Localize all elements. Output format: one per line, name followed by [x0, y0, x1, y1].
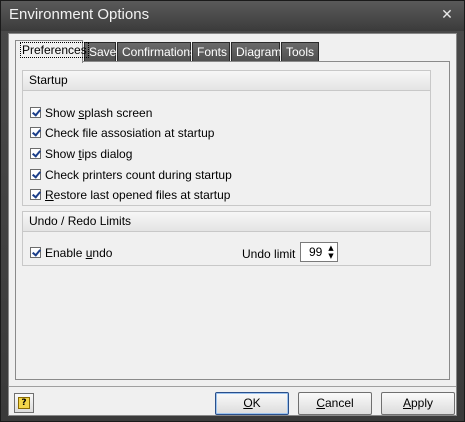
bottom-separator — [9, 386, 456, 387]
tab-diagram[interactable]: Diagram — [231, 42, 282, 62]
environment-options-window: Environment Options ✕ Preferences Save C… — [0, 0, 465, 422]
help-icon: ? — [18, 397, 30, 409]
undo-limit-label: Undo limit — [242, 247, 296, 261]
tab-label: Save — [89, 45, 117, 59]
tab-tools[interactable]: Tools — [281, 42, 319, 62]
checkbox-checked-icon[interactable] — [30, 148, 41, 159]
option-label: Show — [45, 106, 79, 120]
checkbox-checked-icon[interactable] — [30, 169, 41, 180]
tab-label: Diagram — [236, 45, 282, 59]
tab-label: Confirmations — [122, 45, 197, 59]
checkbox-checked-icon[interactable] — [30, 189, 41, 200]
show-tips-checkbox[interactable]: Show tips dialog — [30, 146, 132, 162]
tab-confirmations[interactable]: Confirmations — [117, 42, 196, 62]
checkbox-checked-icon[interactable] — [30, 247, 41, 258]
dialog-body: Preferences Save Confirmations Fonts Dia… — [8, 33, 457, 416]
preferences-page: Startup Show splash screen Check file as… — [15, 61, 450, 380]
button-label: ancel — [324, 396, 354, 410]
option-label: ips dialog — [81, 147, 133, 161]
ok-button[interactable]: OK — [215, 392, 289, 415]
spinner-arrows: ▲ ▼ — [326, 244, 336, 260]
startup-group-title: Startup — [23, 71, 430, 91]
option-label: Check printers count during startup — [45, 168, 232, 182]
undo-redo-group: Undo / Redo Limits Enable undo Undo limi… — [22, 211, 431, 266]
apply-button[interactable]: Apply — [381, 392, 455, 415]
startup-group: Startup Show splash screen Check file as… — [22, 70, 431, 206]
mnemonic: O — [243, 396, 253, 410]
checkbox-checked-icon[interactable] — [30, 127, 41, 138]
checkbox-checked-icon[interactable] — [30, 107, 41, 118]
option-label: Enable — [45, 246, 86, 260]
mnemonic: A — [402, 396, 411, 410]
undo-limit-spinner[interactable]: 99 ▲ ▼ — [300, 242, 338, 262]
check-file-association-checkbox[interactable]: Check file assosiation at startup — [30, 125, 214, 141]
title-bar[interactable]: Environment Options ✕ — [1, 1, 464, 31]
mnemonic: C — [316, 396, 325, 410]
tab-save[interactable]: Save — [84, 42, 116, 62]
mnemonic: R — [45, 188, 54, 202]
spin-up-icon[interactable]: ▲ — [326, 244, 336, 252]
check-printers-checkbox[interactable]: Check printers count during startup — [30, 167, 232, 183]
undo-group-title: Undo / Redo Limits — [23, 212, 430, 232]
tab-label: Tools — [286, 45, 315, 59]
tab-label: Fonts — [197, 45, 228, 59]
restore-files-checkbox[interactable]: Restore last opened files at startup — [30, 187, 230, 203]
option-label: estore last opened files at startup — [53, 188, 231, 202]
close-icon[interactable]: ✕ — [439, 7, 455, 23]
option-label: Check file assosiation at startup — [45, 126, 215, 140]
enable-undo-checkbox[interactable]: Enable undo — [30, 245, 112, 261]
cancel-button[interactable]: Cancel — [298, 392, 372, 415]
button-label: K — [252, 396, 261, 410]
tab-fonts[interactable]: Fonts — [192, 42, 230, 62]
spin-down-icon[interactable]: ▼ — [326, 252, 336, 260]
help-button[interactable]: ? — [14, 393, 34, 413]
option-label: Show — [45, 147, 79, 161]
undo-limit-value[interactable]: 99 — [309, 245, 322, 259]
window-title: Environment Options — [9, 6, 150, 23]
option-label: plash screen — [84, 106, 153, 120]
show-splash-checkbox[interactable]: Show splash screen — [30, 105, 152, 121]
tab-preferences[interactable]: Preferences — [15, 40, 89, 63]
button-label: pply — [411, 396, 434, 410]
tab-label: Preferences — [20, 42, 89, 58]
option-label: ndo — [92, 246, 113, 260]
